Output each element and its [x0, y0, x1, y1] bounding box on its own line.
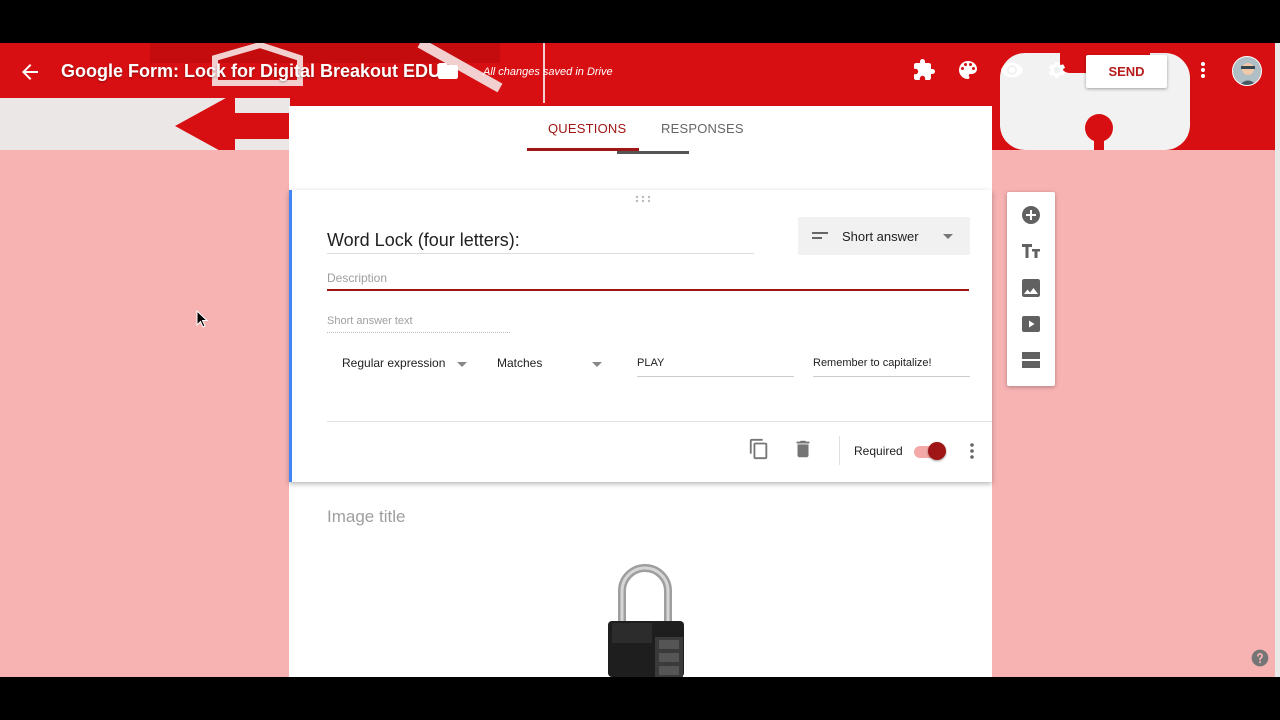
add-title-icon[interactable] [1019, 239, 1043, 263]
question-type-label: Short answer [842, 229, 919, 244]
validation-error-underline [813, 376, 970, 377]
validation-condition-select[interactable]: Matches [497, 356, 542, 370]
question-title-input[interactable]: Word Lock (four letters): [327, 230, 520, 251]
short-answer-preview: Short answer text [327, 315, 413, 327]
question-card[interactable]: Word Lock (four letters): Short answer D… [289, 190, 992, 482]
window-edge-strip [1275, 43, 1280, 677]
mouse-cursor-icon [196, 310, 208, 328]
arrow-back-icon[interactable] [18, 60, 42, 84]
chevron-down-icon [457, 362, 467, 367]
top-app-bar: Google Form: Lock for Digital Breakout E… [0, 43, 1275, 101]
letterbox-bottom [0, 677, 1280, 720]
image-title-input[interactable]: Image title [327, 507, 405, 527]
section-indicator [617, 151, 689, 154]
add-question-icon[interactable] [1019, 203, 1043, 227]
help-icon[interactable] [1250, 648, 1270, 668]
tab-responses[interactable]: RESPONSES [661, 121, 744, 136]
question-title-underline [327, 253, 754, 254]
short-answer-underline [327, 332, 510, 333]
side-toolbar [1007, 192, 1055, 386]
short-text-icon [812, 232, 828, 239]
gear-icon[interactable] [1044, 58, 1068, 82]
form-editor-page: Google Form: Lock for Digital Breakout E… [0, 43, 1275, 677]
more-vert-icon[interactable] [1191, 58, 1215, 82]
letterbox-top [0, 0, 1280, 43]
send-button[interactable]: SEND [1086, 55, 1167, 88]
delete-icon[interactable] [792, 438, 814, 460]
form-title[interactable]: Google Form: Lock for Digital Breakout E… [61, 61, 441, 82]
more-vert-icon[interactable] [962, 440, 982, 462]
padlock-image [608, 564, 684, 677]
chevron-down-icon [943, 234, 953, 239]
card-footer-divider [327, 421, 992, 422]
palette-icon[interactable] [956, 58, 980, 82]
add-section-icon[interactable] [1019, 348, 1043, 372]
required-toggle-thumb [928, 442, 946, 460]
chevron-down-icon [592, 362, 602, 367]
description-underline [327, 289, 969, 291]
tab-bar: QUESTIONS RESPONSES [289, 106, 992, 151]
footer-separator [839, 436, 840, 465]
avatar[interactable] [1232, 56, 1262, 86]
validation-pattern-input[interactable]: PLAY [637, 357, 664, 369]
validation-pattern-underline [637, 376, 794, 377]
eye-icon[interactable] [1000, 58, 1024, 82]
question-type-select[interactable]: Short answer [798, 217, 970, 255]
add-video-icon[interactable] [1019, 312, 1043, 336]
puzzle-icon[interactable] [912, 58, 936, 82]
save-status: All changes saved in Drive [483, 66, 613, 78]
duplicate-icon[interactable] [748, 438, 770, 460]
avatar-image [1233, 57, 1261, 85]
validation-error-input[interactable]: Remember to capitalize! [813, 357, 932, 369]
description-input[interactable]: Description [327, 271, 387, 285]
required-toggle[interactable] [912, 442, 948, 460]
drag-handle-icon[interactable] [635, 195, 651, 203]
add-image-icon[interactable] [1019, 276, 1043, 300]
tab-questions[interactable]: QUESTIONS [548, 121, 626, 136]
validation-rule-select[interactable]: Regular expression [342, 356, 445, 370]
required-label: Required [854, 444, 903, 458]
folder-icon[interactable] [436, 59, 460, 83]
